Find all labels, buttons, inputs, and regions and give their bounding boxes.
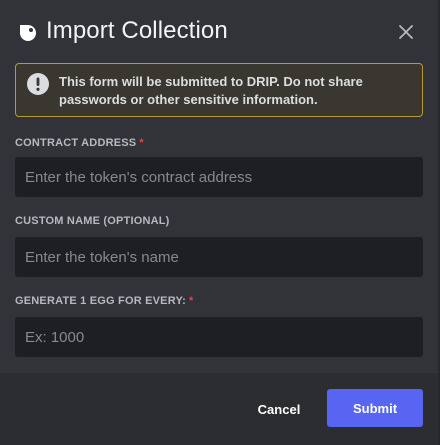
- import-collection-modal: Import Collection This form will be subm…: [0, 0, 440, 445]
- custom-name-label: CUSTOM NAME (OPTIONAL): [15, 215, 170, 227]
- contract-address-label-text: CONTRACT ADDRESS: [15, 137, 137, 149]
- notice-text: This form will be submitted to DRIP. Do …: [59, 74, 363, 107]
- custom-name-label-text: CUSTOM NAME (OPTIONAL): [15, 215, 170, 227]
- drip-logo-icon: [20, 25, 36, 41]
- close-icon[interactable]: [396, 22, 416, 42]
- modal-header: Import Collection: [0, 0, 440, 62]
- modal-footer: Cancel Submit: [0, 373, 440, 445]
- cancel-button[interactable]: Cancel: [244, 390, 314, 428]
- modal-title: Import Collection: [46, 17, 228, 44]
- warning-notice: This form will be submitted to DRIP. Do …: [15, 63, 423, 117]
- contract-address-label: CONTRACT ADDRESS *: [15, 137, 144, 149]
- required-marker: *: [189, 295, 194, 307]
- submit-button[interactable]: Submit: [327, 389, 423, 427]
- egg-rate-input[interactable]: [15, 317, 423, 357]
- exclamation-icon: [27, 73, 49, 95]
- custom-name-input[interactable]: [15, 237, 423, 277]
- contract-address-input[interactable]: [15, 157, 423, 197]
- required-marker: *: [139, 137, 144, 149]
- egg-rate-label: GENERATE 1 EGG FOR EVERY: *: [15, 295, 194, 307]
- egg-rate-label-text: GENERATE 1 EGG FOR EVERY:: [15, 295, 187, 307]
